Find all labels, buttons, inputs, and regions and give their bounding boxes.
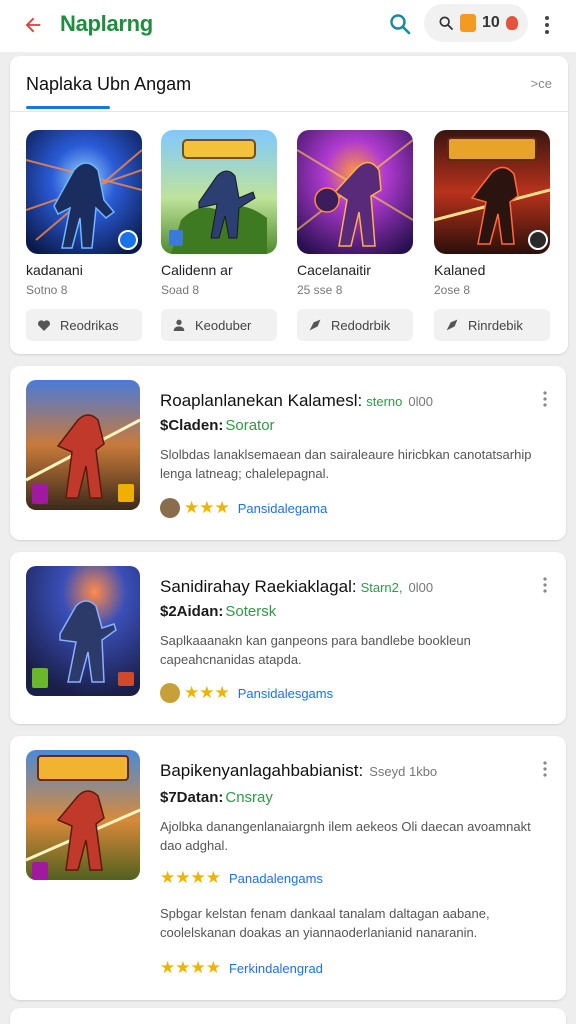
game-action-button[interactable]: Reodrikas (26, 309, 142, 341)
more-vert-icon (543, 761, 547, 777)
featured-game-card[interactable]: Calidenn ar Soad 8 Keoduber (161, 130, 279, 341)
game-tag-secondary: Sseyd 1kbo (369, 764, 438, 779)
search-small-icon (439, 16, 453, 30)
heart-icon (38, 320, 50, 331)
game-description: Saplkaaanakn kan ganpeons para bandlebe … (160, 633, 471, 667)
game-thumbnail[interactable] (161, 130, 277, 254)
game-action-label: Redodrbik (331, 317, 391, 333)
price-label: $7Datan: (160, 789, 224, 806)
developer-link[interactable]: Pansidalesgams (238, 686, 333, 701)
card-menu-button[interactable] (538, 758, 552, 780)
sale-label: Sorator (225, 417, 275, 434)
app-title: Naplarng (60, 11, 153, 36)
search-icon (390, 14, 411, 35)
game-description-extra: Spbgar kelstan fenam dankaal tanalam dal… (160, 906, 490, 940)
game-name: Kalaned (434, 262, 486, 278)
developer-link[interactable]: Ferkindalengrad (229, 961, 323, 976)
game-tag: Starn2, (360, 580, 403, 595)
featured-more-link[interactable]: >ce (531, 76, 552, 91)
game-name: kadanani (26, 262, 83, 278)
featured-section: Naplaka Ubn Angam >ce kadanani Sotno 8 R… (10, 56, 568, 354)
game-rating: ★★★ Pansidalesgams (160, 683, 333, 703)
game-action-button[interactable]: Keoduber (161, 309, 277, 341)
price-label: $Claden: (160, 417, 224, 434)
game-tag: sterno (366, 394, 403, 409)
game-list-card[interactable]: Bapikenyanlagahbabianist: Sseyd 1kbo $7Da… (10, 736, 566, 1000)
game-description: Ajolbka danangenlanaiargnh ilem aekeos O… (160, 819, 531, 853)
game-action-label: Rinrdebik (468, 317, 523, 333)
next-list-card[interactable] (10, 1008, 566, 1024)
divider (10, 111, 568, 112)
game-name: Calidenn ar (161, 262, 233, 278)
developer-link[interactable]: Pansidalegama (238, 501, 328, 516)
person-icon (173, 319, 185, 331)
overflow-menu-button[interactable] (536, 10, 558, 40)
game-title: Bapikenyanlagahbabianist: Sseyd 1kbo (160, 761, 437, 781)
share-icon (309, 319, 321, 331)
card-menu-button[interactable] (538, 388, 552, 410)
featured-game-card[interactable]: kadanani Sotno 8 Reodrikas (26, 130, 144, 341)
search-button[interactable] (384, 8, 416, 40)
developer-avatar (160, 683, 180, 703)
game-meta: 2ose 8 (434, 283, 471, 297)
game-price: $Claden: Sorator (160, 417, 275, 434)
sale-label: Cnsray (225, 789, 273, 806)
featured-header: Naplaka Ubn Angam (26, 74, 192, 94)
more-vert-icon (543, 577, 547, 593)
star-rating-icon: ★★★ (184, 498, 230, 517)
game-tag-secondary: 0l00 (408, 580, 434, 595)
flame-icon (505, 16, 518, 30)
game-action-label: Keoduber (195, 317, 252, 333)
featured-game-card[interactable]: Kalaned 2ose 8 Rinrdebik (434, 130, 552, 341)
price-label: $2Aidan: (160, 603, 224, 620)
game-thumbnail[interactable] (26, 750, 140, 880)
game-action-label: Reodrikas (60, 317, 119, 333)
game-rating: ★★★★ Panadalengams (160, 868, 323, 888)
game-meta: 25 sse 8 (297, 283, 343, 297)
more-vert-icon (543, 391, 547, 407)
game-thumbnail[interactable] (26, 566, 140, 696)
game-thumbnail[interactable] (26, 380, 140, 510)
game-action-button[interactable]: Rinrdebik (434, 309, 550, 341)
sale-label: Sotersk (225, 603, 277, 620)
game-title-text: Bapikenyanlagahbabianist: (160, 761, 364, 780)
game-name: Cacelanaitir (297, 262, 371, 278)
game-title: Sanidirahay Raekiaklagal: Starn2, 0l00 (160, 577, 433, 597)
card-menu-button[interactable] (538, 574, 552, 596)
game-list-card[interactable]: Sanidirahay Raekiaklagal: Starn2, 0l00 $2A… (10, 552, 566, 724)
tab-indicator (26, 106, 110, 109)
game-price: $2Aidan: Sotersk (160, 603, 276, 620)
game-thumbnail[interactable] (434, 130, 550, 254)
featured-game-card[interactable]: Cacelanaitir 25 sse 8 Redodrbik (297, 130, 415, 341)
developer-avatar (160, 498, 180, 518)
star-rating-icon: ★★★ (184, 683, 230, 702)
rewards-pill[interactable]: 10 (424, 4, 528, 42)
game-meta: Soad 8 (161, 283, 200, 297)
game-rating-extra: ★★★★ Ferkindalengrad (160, 958, 323, 978)
game-thumbnail[interactable] (26, 130, 142, 254)
game-rating: ★★★ Pansidalegama (160, 498, 327, 518)
game-title: Roaplanlanekan Kalamesl: sterno 0l00 (160, 391, 433, 411)
share-icon (446, 319, 458, 331)
game-tag-secondary: 0l00 (408, 394, 433, 409)
game-price: $7Datan: Cnsray (160, 789, 273, 806)
star-rating-icon: ★★★★ (160, 868, 221, 887)
top-app-bar: Naplarng 10 (0, 0, 576, 52)
game-thumbnail[interactable] (297, 130, 413, 254)
back-button[interactable] (18, 10, 48, 40)
game-title-text: Roaplanlanekan Kalamesl: (160, 391, 363, 410)
more-vert-icon (545, 16, 549, 34)
rewards-count: 10 (482, 14, 500, 31)
game-action-button[interactable]: Redodrbik (297, 309, 413, 341)
game-title-text: Sanidirahay Raekiaklagal: (160, 577, 357, 596)
developer-link[interactable]: Panadalengams (229, 871, 323, 886)
game-list-card[interactable]: Roaplanlanekan Kalamesl: sterno 0l00 $Clad… (10, 366, 566, 540)
coin-icon (460, 14, 476, 32)
star-rating-icon: ★★★★ (160, 958, 221, 977)
arrow-back-icon (25, 17, 41, 33)
game-description: Slolbdas lanaklsemaean dan sairaleaure h… (160, 447, 532, 481)
game-meta: Sotno 8 (26, 283, 68, 297)
